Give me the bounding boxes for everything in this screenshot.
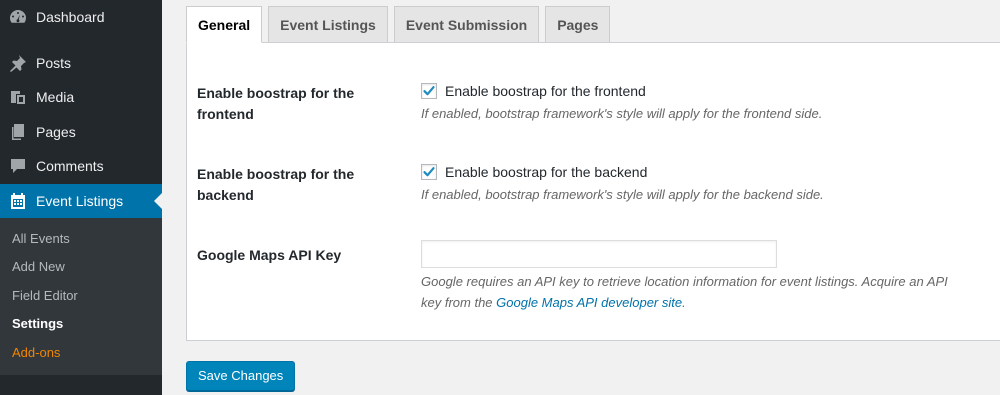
description-suffix: . — [682, 295, 686, 310]
setting-label-frontend: Enable boostrap for the frontend — [197, 83, 377, 124]
event-listings-submenu: All Events Add New Field Editor Settings… — [0, 218, 162, 375]
main-content: General Event Listings Event Submission … — [162, 0, 1000, 395]
tab-pages[interactable]: Pages — [545, 6, 611, 42]
settings-panel: Enable boostrap for the frontend Enable … — [186, 42, 1000, 341]
calendar-icon — [0, 191, 36, 211]
label-line: frontend — [197, 105, 254, 122]
frontend-bootstrap-checkbox[interactable] — [421, 83, 437, 99]
tab-event-listings[interactable]: Event Listings — [268, 6, 388, 42]
menu-label: Event Listings — [36, 192, 124, 209]
checkbox-label-frontend: Enable boostrap for the frontend — [445, 83, 646, 99]
setting-field-frontend: Enable boostrap for the frontend If enab… — [421, 81, 990, 124]
checkmark-icon — [423, 86, 435, 96]
checkmark-icon — [423, 167, 435, 177]
description-line: Google requires an API key to retrieve l… — [421, 274, 948, 289]
submenu-add-new[interactable]: Add New — [0, 253, 162, 282]
save-changes-button[interactable]: Save Changes — [186, 361, 296, 391]
checkbox-label-backend: Enable boostrap for the backend — [445, 164, 648, 180]
description-line: key from the Google Maps API developer s… — [421, 292, 990, 313]
tab-event-submission[interactable]: Event Submission — [393, 6, 540, 42]
checkbox-line-frontend: Enable boostrap for the frontend — [421, 81, 990, 101]
description-maps-key: Google requires an API key to retrieve l… — [421, 271, 990, 313]
description-frontend: If enabled, bootstrap framework's style … — [421, 106, 823, 121]
tab-general[interactable]: General — [186, 6, 263, 43]
menu-item-event-listings[interactable]: Event Listings — [0, 183, 162, 218]
label-line: Enable boostrap for the — [197, 166, 355, 182]
submenu-all-events[interactable]: All Events — [0, 224, 162, 253]
admin-sidebar: Dashboard Posts Media Pages Comments Eve… — [0, 0, 162, 395]
setting-field-backend: Enable boostrap for the backend If enabl… — [421, 162, 990, 205]
menu-item-media[interactable]: Media — [0, 80, 162, 115]
media-icon — [0, 87, 36, 107]
menu-item-comments[interactable]: Comments — [0, 149, 162, 184]
setting-field-maps-key: Google requires an API key to retrieve l… — [421, 240, 990, 313]
description-prefix: key from the — [421, 295, 497, 310]
submenu-settings[interactable]: Settings — [0, 310, 162, 339]
label-line: Enable boostrap for the — [197, 85, 355, 101]
setting-label-maps-key: Google Maps API Key — [197, 247, 342, 263]
settings-tabs: General Event Listings Event Submission … — [186, 6, 616, 43]
comments-icon — [0, 156, 36, 176]
setting-label-backend: Enable boostrap for the backend — [197, 164, 377, 205]
google-maps-api-key-input[interactable] — [421, 240, 777, 268]
submenu-field-editor[interactable]: Field Editor — [0, 281, 162, 310]
checkbox-line-backend: Enable boostrap for the backend — [421, 162, 990, 182]
backend-bootstrap-checkbox[interactable] — [421, 164, 437, 180]
menu-label: Posts — [36, 54, 72, 71]
dashboard-icon — [0, 7, 36, 27]
submenu-add-ons[interactable]: Add-ons — [0, 338, 162, 367]
pages-icon — [0, 122, 36, 142]
pin-icon — [0, 53, 36, 73]
menu-label: Media — [36, 89, 75, 106]
menu-label: Dashboard — [36, 9, 105, 26]
menu-label: Comments — [36, 158, 104, 175]
google-maps-developer-link[interactable]: Google Maps API developer site — [496, 295, 682, 310]
menu-label: Pages — [36, 123, 76, 140]
menu-item-dashboard[interactable]: Dashboard — [0, 0, 162, 35]
menu-item-posts[interactable]: Posts — [0, 46, 162, 81]
description-backend: If enabled, bootstrap framework's style … — [421, 187, 824, 202]
menu-item-pages[interactable]: Pages — [0, 115, 162, 150]
label-line: backend — [197, 186, 254, 203]
